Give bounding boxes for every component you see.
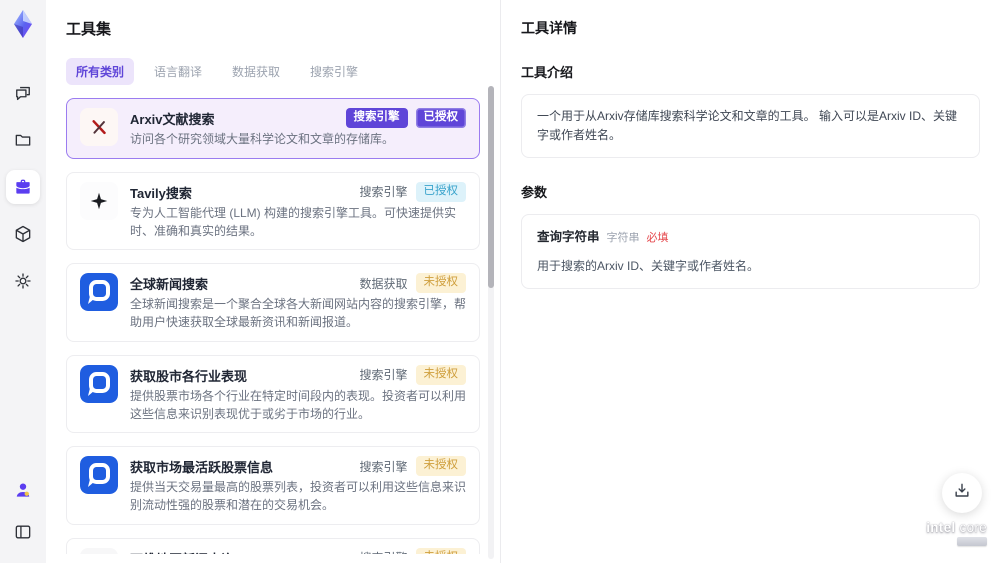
category-label: 搜索引擎 — [359, 368, 408, 383]
core-text: core — [959, 519, 987, 535]
tool-head: 全球新闻搜索 数据获取 未授权 — [130, 273, 466, 294]
tool-body: 获取市场最活跃股票信息 搜索引擎 未授权提供当天交易量最高的股票列表，投资者可以利用… — [130, 456, 466, 515]
tool-tags: 搜索引擎 未授权 — [359, 547, 466, 554]
tool-name: 获取股市各行业表现 — [130, 368, 248, 384]
gear-icon — [13, 271, 33, 291]
tool-body: 万维地区新闻查询搜索引擎未授权查询具体行政区划内的新闻，快速了解各地新闻动 — [130, 547, 466, 554]
tool-collection-panel: 工具集 所有类别 语言翻译 数据获取 搜索引擎 Arxiv文献搜索 搜索引擎 已授权 访问各… — [46, 0, 501, 563]
tool-tags: 搜索引擎 已授权 — [359, 181, 466, 202]
scrollbar-thumb[interactable] — [488, 86, 494, 288]
param-description: 用于搜索的Arxiv ID、关键字或作者姓名。 — [537, 258, 760, 273]
sidebar-item-folder[interactable] — [6, 123, 40, 157]
tool-card[interactable]: Tavily搜索 搜索引擎 已授权专为人工智能代理 (LLM) 构建的搜索引擎工具。… — [66, 171, 480, 251]
intel-chip-badge — [957, 537, 987, 546]
news-bubble-icon — [80, 273, 118, 312]
auth-badge: 已授权 — [415, 181, 466, 202]
scrollbar-track[interactable] — [488, 86, 494, 559]
tool-card[interactable]: 获取股市各行业表现 搜索引擎 未授权提供股票市场各个行业在特定时间段内的表现。投资者… — [66, 354, 480, 434]
app-logo-diamond-icon[interactable] — [7, 8, 39, 40]
params-heading: 参数 — [521, 185, 548, 201]
app-window: 工具集 所有类别 语言翻译 数据获取 搜索引擎 Arxiv文献搜索 搜索引擎 已授权 访问各… — [0, 0, 1000, 563]
sidebar-item-settings[interactable] — [6, 264, 40, 298]
sidebar-item-user[interactable] — [6, 473, 40, 507]
tool-description: 全球新闻搜索是一个聚合全球各大新闻网站内容的搜索引擎，帮助用户快速获取全球最新资… — [130, 297, 467, 329]
category-label: 搜索引擎 — [359, 459, 408, 474]
tab-category-0[interactable]: 所有类别 — [66, 58, 135, 85]
tool-body: 获取股市各行业表现 搜索引擎 未授权提供股票市场各个行业在特定时间段内的表现。投资者… — [130, 364, 467, 424]
tavily-star-icon — [80, 181, 118, 220]
tool-head: Arxiv文献搜索 搜索引擎 已授权 — [130, 108, 466, 128]
sidebar-item-collapse-panel[interactable] — [6, 515, 40, 549]
param-name: 查询字符串 — [537, 230, 600, 245]
intro-box: 一个用于从Arxiv存储库搜索科学论文和文章的工具。 输入可以是Arxiv ID… — [521, 94, 980, 159]
tool-head: Tavily搜索 搜索引擎 已授权 — [130, 181, 466, 202]
auth-badge: 未授权 — [415, 364, 466, 385]
category-badge: 搜索引擎 — [345, 108, 408, 128]
tool-body: 全球新闻搜索 数据获取 未授权全球新闻搜索是一个聚合全球各大新闻网站内容的搜索引擎，… — [130, 273, 466, 332]
tool-description: 提供当天交易量最高的股票列表，投资者可以利用这些信息来识别流动性强的股票和潜在的… — [130, 480, 467, 512]
tool-tags: 数据获取 未授权 — [359, 273, 466, 294]
download-icon — [952, 481, 972, 506]
detail-title: 工具详情 — [521, 20, 577, 36]
page-title: 工具集 — [66, 21, 112, 38]
chat-icon — [13, 83, 33, 103]
sidebar-item-models[interactable] — [6, 217, 40, 251]
auth-badge: 已授权 — [415, 108, 466, 128]
tool-name: 全球新闻搜索 — [130, 277, 209, 293]
sidebar-item-toolbox[interactable] — [6, 170, 40, 204]
tool-head: 获取市场最活跃股票信息 搜索引擎 未授权 — [130, 456, 466, 477]
tool-name: 获取市场最活跃股票信息 — [130, 460, 274, 476]
download-button[interactable] — [942, 473, 982, 513]
tool-tags: 搜索引擎未授权 — [359, 364, 466, 385]
news-bubble-icon — [80, 456, 118, 495]
folder-icon — [13, 130, 33, 150]
tool-card[interactable]: 万维地区新闻查询搜索引擎未授权查询具体行政区划内的新闻，快速了解各地新闻动 — [66, 537, 480, 554]
tool-card[interactable]: Arxiv文献搜索 搜索引擎 已授权访问各个研究领域大量科学论文和文章的存储库。 — [66, 98, 480, 159]
tool-tags: 搜索引擎未授权 — [359, 456, 466, 477]
sidebar-nav — [6, 76, 40, 298]
intel-text: intel — [926, 519, 956, 535]
category-label: 搜索引擎 — [359, 549, 407, 554]
tool-description: 访问各个研究领域大量科学论文和文章的存储库。 — [130, 132, 395, 146]
cube-icon — [13, 224, 33, 244]
tool-detail-panel: 工具详情 工具介绍 一个用于从Arxiv存储库搜索科学论文和文章的工具。 输入可… — [501, 0, 1000, 563]
category-tabs: 所有类别 语言翻译 数据获取 搜索引擎 — [66, 58, 500, 85]
tool-name: 万维地区新闻查询 — [130, 548, 234, 554]
auth-badge: 未授权 — [415, 547, 466, 554]
tool-head: 万维地区新闻查询 搜索引擎 未授权 — [130, 547, 466, 554]
icon-sidebar — [0, 0, 46, 563]
user-icon — [13, 480, 33, 500]
param-required-badge: 必填 — [646, 232, 669, 245]
tab-category-2[interactable]: 数据获取 — [222, 58, 290, 85]
auth-badge: 未授权 — [415, 273, 466, 294]
tool-name: Tavily搜索 — [130, 185, 192, 201]
city-buildings-icon — [80, 547, 118, 554]
tool-tags: 搜索引擎 已授权 — [345, 108, 466, 128]
tab-category-1[interactable]: 语言翻译 — [144, 58, 212, 85]
sidebar-item-chat[interactable] — [6, 76, 40, 110]
intel-core-logo: intel core — [926, 519, 987, 551]
param-box: 查询字符串 字符串 必填 用于搜索的Arxiv ID、关键字或作者姓名。 — [521, 214, 980, 290]
toolbox-icon — [13, 177, 33, 197]
param-header: 查询字符串 字符串 必填 — [537, 227, 964, 248]
sidebar-bottom — [6, 473, 40, 549]
tool-description: 提供股票市场各个行业在特定时间段内的表现。投资者可以利用这些信息来识别表现优于或… — [130, 388, 467, 421]
panel-toggle-icon — [13, 522, 33, 542]
tool-name: Arxiv文献搜索 — [130, 112, 215, 127]
tool-description: 专为人工智能代理 (LLM) 构建的搜索引擎工具。可快速提供实时、准确和真实的结… — [130, 205, 457, 238]
tool-head: 获取股市各行业表现 搜索引擎 未授权 — [130, 364, 466, 385]
tool-body: Tavily搜索 搜索引擎 已授权专为人工智能代理 (LLM) 构建的搜索引擎工具。… — [130, 181, 466, 241]
tool-body: Arxiv文献搜索 搜索引擎 已授权访问各个研究领域大量科学论文和文章的存储库。 — [130, 108, 466, 149]
tool-list: Arxiv文献搜索 搜索引擎 已授权 访问各个研究领域大量科学论文和文章的存储库。 Ta… — [66, 98, 480, 554]
category-label: 数据获取 — [359, 276, 408, 291]
tool-card[interactable]: 全球新闻搜索 数据获取 未授权全球新闻搜索是一个聚合全球各大新闻网站内容的搜索引擎，… — [66, 263, 480, 342]
category-label: 搜索引擎 — [359, 185, 408, 200]
tab-category-3[interactable]: 搜索引擎 — [300, 58, 368, 85]
news-bubble-icon — [80, 364, 118, 403]
tool-card[interactable]: 获取市场最活跃股票信息 搜索引擎 未授权提供当天交易量最高的股票列表，投资者可以利用… — [66, 446, 480, 525]
param-type: 字符串 — [606, 232, 640, 245]
arxiv-icon — [80, 108, 118, 146]
auth-badge: 未授权 — [415, 456, 466, 477]
intro-heading: 工具介绍 — [521, 65, 574, 80]
